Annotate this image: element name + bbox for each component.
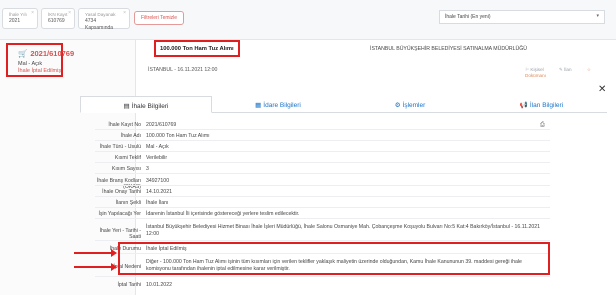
organization-name: İSTANBUL BÜYÜKŞEHİR BELEDİYESİ SATINALMA… <box>370 46 528 52</box>
tab-operations[interactable]: ⚙ İşlemler <box>344 96 476 113</box>
clear-filters-button[interactable]: Filtreleri Temizle <box>134 11 185 25</box>
close-icon[interactable]: × <box>68 10 71 16</box>
divider <box>95 240 550 241</box>
tab-announcement-info[interactable]: 📢 İlan Bilgileri <box>476 96 607 113</box>
divider <box>95 129 550 130</box>
tab-administration-info[interactable]: ▦ İdare Bilgileri <box>212 96 344 113</box>
close-icon[interactable]: ✕ <box>598 84 606 95</box>
highlight-box-cancel-info <box>118 242 550 275</box>
divider <box>95 276 550 277</box>
close-icon[interactable]: × <box>31 10 34 16</box>
tender-status: İhale İptal Edilmiş <box>18 68 62 74</box>
chevron-down-icon: ▾ <box>596 13 599 19</box>
tender-title: 100.000 Ton Ham Tuz Alımı <box>160 46 234 52</box>
divider <box>95 140 550 141</box>
megaphone-icon: 📢 <box>519 102 528 109</box>
divider <box>95 162 550 163</box>
tab-bar: ▤ İhale Bilgileri ▦ İdare Bilgileri ⚙ İşlem… <box>80 96 607 113</box>
file-icon: ▤ <box>123 103 130 110</box>
cart-icon: 🛒 <box>18 49 28 58</box>
filter-chip-legal-basis[interactable]: Yasal Dayanak 4734 Kapsamında × <box>78 8 130 31</box>
tab-tender-info[interactable]: ▤ İhale Bilgileri <box>80 96 212 113</box>
close-icon[interactable]: × <box>123 10 126 16</box>
compare-link[interactable]: ⚐ Kişisel <box>525 67 551 72</box>
tender-registry-number[interactable]: 🛒 2021/610769 <box>18 49 74 58</box>
note-link[interactable]: ✎ İlan <box>559 67 579 72</box>
building-icon: ▦ <box>255 102 262 109</box>
sort-select[interactable]: İhale Tarihi (En yeni) ▾ <box>439 10 605 24</box>
tender-type: Mal - Açık <box>18 61 43 67</box>
divider <box>95 185 550 186</box>
divider <box>95 196 550 197</box>
filter-chip-ikn[interactable]: İKN Kayıt 610769 × <box>41 8 75 29</box>
arrow-status-indicator <box>74 249 117 257</box>
filter-chip-year[interactable]: İhale Yılı 2021 × <box>2 8 38 29</box>
gears-icon: ⚙ <box>394 102 401 109</box>
divider <box>95 173 550 174</box>
filter-bar: İhale Yılı 2021 × İKN Kayıt 610769 × Yas… <box>0 0 616 40</box>
divider <box>95 207 550 208</box>
action-links: ⚐ Kişisel ✎ İlan ☆ Dokümanı <box>525 67 616 78</box>
city-date: İSTANBUL - 16.11.2021 12:00 <box>148 67 218 73</box>
divider <box>95 218 550 219</box>
divider <box>95 151 550 152</box>
arrow-reason-indicator <box>74 263 117 271</box>
